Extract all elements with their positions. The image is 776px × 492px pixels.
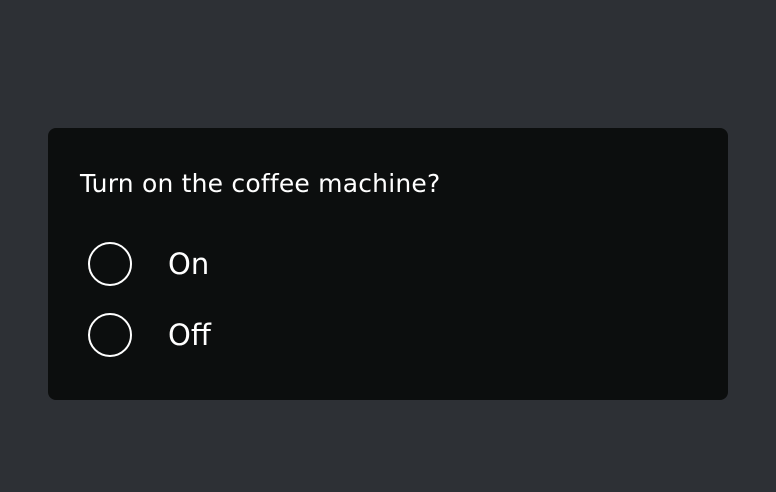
radio-option-off[interactable]: Off (88, 311, 211, 359)
coffee-machine-dialog: Turn on the coffee machine? On Off (48, 128, 728, 400)
radio-button-on[interactable] (88, 242, 132, 286)
radio-button-off[interactable] (88, 313, 132, 357)
radio-option-on[interactable]: On (88, 240, 209, 288)
radio-label-on: On (168, 247, 210, 281)
question-text: Turn on the coffee machine? (80, 169, 441, 198)
radio-label-off: Off (168, 318, 211, 352)
